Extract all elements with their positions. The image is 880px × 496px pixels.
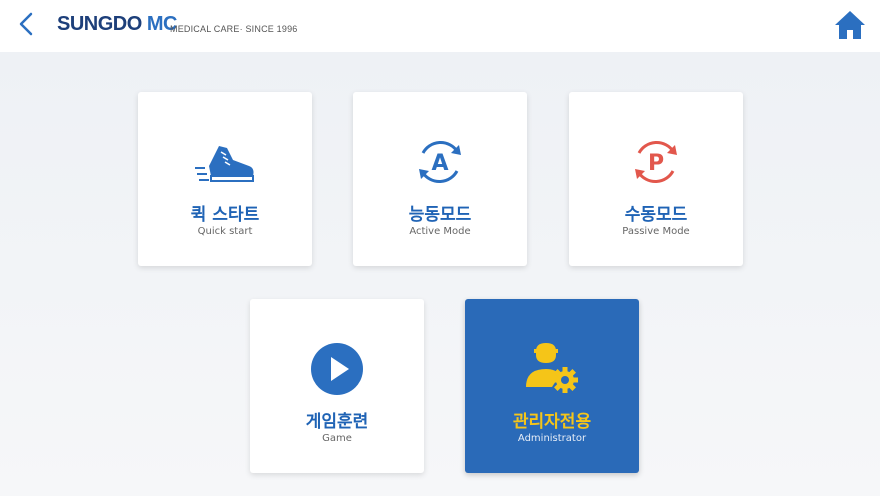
passive-mode-card[interactable]: P 수동모드 Passive Mode	[569, 92, 743, 266]
svg-text:P: P	[648, 151, 664, 176]
brand-name: SUNGDO	[57, 13, 142, 35]
card-subtitle: Passive Mode	[622, 226, 690, 237]
brand-logo: SUNGDO MC	[57, 13, 177, 36]
cycle-p-icon: P	[635, 140, 677, 184]
home-button[interactable]	[832, 8, 868, 42]
play-icon	[311, 343, 363, 395]
game-card[interactable]: 게임훈련 Game	[250, 299, 424, 473]
card-title: 관리자전용	[512, 412, 592, 432]
home-icon	[835, 11, 865, 39]
quick-start-card[interactable]: 퀵 스타트 Quick start	[138, 92, 312, 266]
back-button[interactable]	[12, 10, 40, 38]
administrator-card[interactable]: 관리자전용 Administrator	[465, 299, 639, 473]
card-subtitle: Quick start	[197, 226, 253, 237]
chevron-left-icon	[19, 12, 33, 36]
brand-tagline: MEDICAL CARE· SINCE 1996	[170, 24, 298, 34]
card-title: 능동모드	[408, 205, 472, 225]
active-mode-card[interactable]: A 능동모드 Active Mode	[353, 92, 527, 266]
card-subtitle: Active Mode	[409, 226, 471, 237]
menu-area: 퀵 스타트 Quick start A 능동모드 Active Mode P 수…	[0, 52, 880, 496]
svg-text:A: A	[431, 151, 448, 176]
card-title: 게임훈련	[305, 412, 369, 432]
card-subtitle: Game	[322, 433, 352, 444]
cycle-a-icon: A	[419, 140, 461, 184]
card-subtitle: Administrator	[517, 433, 587, 444]
card-title: 퀵 스타트	[190, 205, 260, 225]
card-title: 수동모드	[624, 205, 688, 225]
top-bar: SUNGDO MC MEDICAL CARE· SINCE 1996	[0, 0, 880, 52]
admin-gear-icon	[526, 343, 578, 393]
sneaker-icon	[195, 146, 254, 182]
